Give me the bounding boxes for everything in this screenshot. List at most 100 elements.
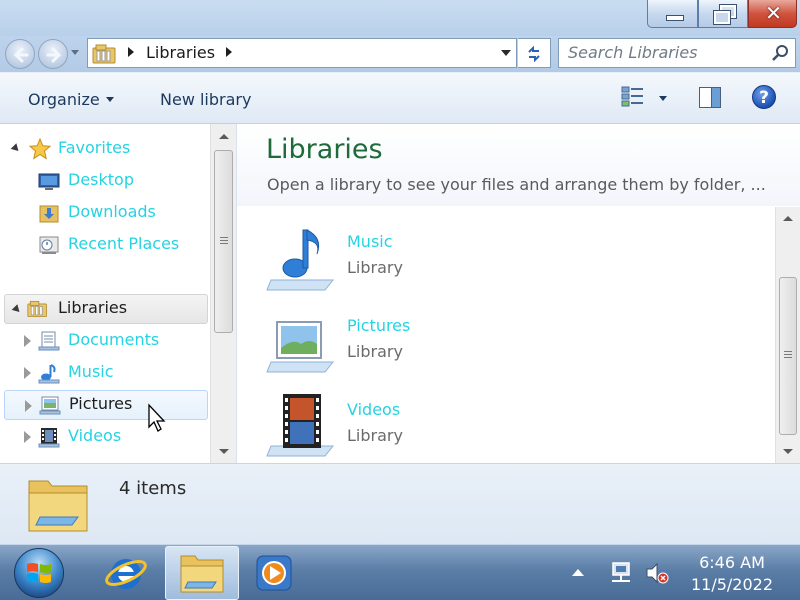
view-options-dropdown[interactable] (659, 96, 667, 101)
search-icon[interactable] (771, 44, 789, 62)
recent-pages-dropdown[interactable] (71, 50, 79, 55)
library-name: Videos (347, 400, 401, 419)
new-library-button[interactable]: New library (160, 90, 251, 109)
tree-label-music: Music (68, 362, 114, 381)
picture-frame-icon (266, 321, 335, 373)
collapsed-arrow-icon[interactable] (25, 400, 33, 412)
chevron-down-icon (105, 97, 114, 102)
libraries-icon (27, 300, 47, 318)
videos-library-icon (38, 428, 60, 448)
mouse-cursor-icon (148, 403, 166, 432)
network-icon[interactable] (608, 561, 634, 585)
refresh-icon (528, 45, 540, 63)
scroll-up-arrow-icon[interactable] (783, 216, 793, 221)
minimize-icon (666, 15, 684, 21)
forward-arrow-icon (46, 47, 62, 63)
navigation-bar: Libraries Search Libraries (0, 36, 800, 72)
scrollbar-thumb[interactable] (779, 277, 797, 435)
organize-button[interactable]: Organize (28, 90, 114, 109)
tree-item-music[interactable]: Music (0, 358, 210, 388)
clock-date: 11/5/2022 (690, 575, 774, 594)
breadcrumb-libraries[interactable]: Libraries (146, 43, 215, 62)
back-button[interactable] (5, 39, 35, 69)
back-arrow-icon (13, 47, 29, 63)
tree-item-pictures[interactable]: Pictures (4, 390, 208, 420)
close-button[interactable]: ✕ (748, 0, 797, 28)
taskbar-media-player[interactable] (240, 546, 314, 600)
libraries-icon (92, 44, 116, 64)
content-pane: Libraries Open a library to see your fil… (237, 124, 800, 463)
tree-label-favorites: Favorites (58, 138, 131, 157)
breadcrumb-separator-icon[interactable] (128, 47, 134, 57)
pictures-library-icon (39, 396, 61, 415)
tree-label-downloads: Downloads (68, 202, 156, 221)
show-hidden-icons-button[interactable] (572, 569, 584, 576)
library-type: Library (347, 258, 403, 277)
libraries-folder-icon (28, 480, 88, 532)
library-name: Pictures (347, 316, 411, 335)
library-item-music[interactable]: Music Library (265, 224, 565, 304)
collapsed-arrow-icon[interactable] (24, 431, 32, 443)
tree-item-recent-places[interactable]: Recent Places (0, 230, 210, 260)
tree-label-videos: Videos (68, 426, 122, 445)
forward-button[interactable] (38, 39, 68, 69)
tree-item-favorites[interactable]: Favorites (0, 134, 210, 164)
address-bar[interactable]: Libraries (87, 38, 517, 68)
taskbar-internet-explorer[interactable] (90, 546, 164, 600)
details-pane: 4 items (0, 463, 800, 544)
library-header: Libraries Open a library to see your fil… (237, 124, 800, 206)
collapsed-arrow-icon[interactable] (24, 335, 32, 347)
search-placeholder: Search Libraries (568, 43, 698, 62)
item-count: 4 items (119, 478, 187, 499)
library-item-videos[interactable]: Videos Library (265, 392, 565, 463)
preview-pane-icon[interactable] (699, 87, 721, 108)
tree-label-pictures: Pictures (69, 394, 133, 413)
library-name: Music (347, 232, 393, 251)
help-icon[interactable]: ? (752, 85, 776, 109)
maximize-button[interactable] (698, 0, 748, 28)
navigation-pane: Favorites Desktop Downloads Recent Place… (0, 124, 237, 463)
windows-logo-icon (27, 563, 51, 583)
taskbar: 6:46 AM 11/5/2022 (0, 544, 800, 600)
volume-muted-icon[interactable] (644, 561, 670, 585)
scrollbar-thumb[interactable] (214, 150, 233, 333)
expanded-arrow-icon[interactable] (10, 143, 22, 154)
tree-item-libraries[interactable]: Libraries (4, 294, 208, 324)
scroll-down-arrow-icon[interactable] (219, 449, 229, 454)
address-dropdown-icon[interactable] (501, 50, 511, 56)
search-input[interactable]: Search Libraries (558, 38, 796, 68)
music-note-icon (266, 229, 335, 291)
taskbar-windows-explorer[interactable] (165, 546, 239, 600)
tree-label-desktop: Desktop (68, 170, 134, 189)
breadcrumb-separator-icon[interactable] (226, 47, 232, 57)
documents-library-icon (38, 331, 60, 351)
close-icon: ✕ (765, 1, 782, 25)
start-button[interactable] (14, 548, 64, 598)
tree-label-recent-places: Recent Places (68, 234, 180, 253)
library-item-pictures[interactable]: Pictures Library (265, 308, 565, 388)
scroll-down-arrow-icon[interactable] (783, 449, 793, 454)
media-player-icon (256, 555, 292, 591)
tree-item-downloads[interactable]: Downloads (0, 198, 210, 228)
expanded-arrow-icon[interactable] (11, 304, 23, 315)
tree-label-documents: Documents (68, 330, 160, 349)
music-library-icon (38, 364, 60, 384)
system-clock[interactable]: 6:46 AM 11/5/2022 (678, 552, 786, 596)
scroll-up-arrow-icon[interactable] (219, 134, 229, 139)
navigation-pane-scrollbar[interactable] (210, 124, 236, 463)
tree-item-documents[interactable]: Documents (0, 326, 210, 356)
recent-places-icon (39, 236, 59, 254)
tree-item-videos[interactable]: Videos (0, 422, 210, 452)
collapsed-arrow-icon[interactable] (24, 367, 32, 379)
internet-explorer-icon (105, 559, 147, 589)
minimize-button[interactable] (647, 0, 698, 28)
windows-explorer-icon (180, 555, 224, 593)
tree-item-desktop[interactable]: Desktop (0, 166, 210, 196)
change-view-icon[interactable] (621, 86, 645, 108)
content-pane-scrollbar[interactable] (775, 207, 800, 463)
refresh-button[interactable] (518, 38, 551, 68)
library-type: Library (347, 342, 403, 361)
downloads-folder-icon (39, 205, 59, 223)
tree-label-libraries: Libraries (58, 298, 128, 317)
restore-icon-front (713, 10, 731, 25)
